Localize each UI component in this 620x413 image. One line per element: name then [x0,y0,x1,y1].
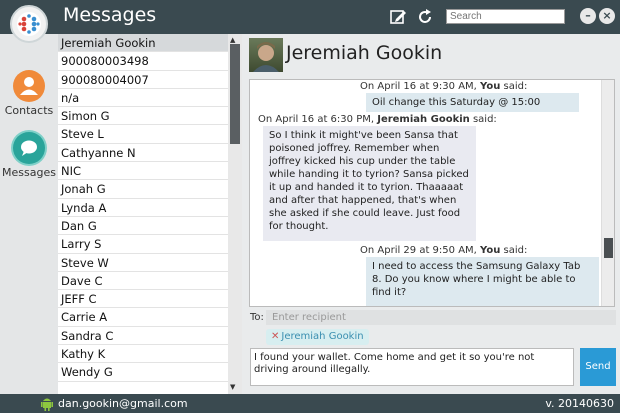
contact-list-item[interactable]: n/a [58,89,228,108]
contact-list-item[interactable]: Larry S [58,235,228,254]
thread-scrollbar-thumb[interactable] [604,238,613,258]
contact-list-item[interactable]: Jeremiah Gookin [58,34,228,53]
close-button[interactable]: × [599,8,615,24]
contact-list-item[interactable]: 900080004007 [58,71,228,89]
contact-list-item[interactable]: Lynda A [58,199,228,217]
contact-list-item[interactable]: Cathyanne N [58,144,228,163]
contact-list-scrollbar[interactable]: ▲ ▼ [228,34,242,394]
contact-list-item[interactable]: 900080003498 [58,52,228,71]
message-bubble: So I think it might've been Sansa that p… [263,126,476,241]
contact-list-item[interactable]: Dan G [58,217,228,236]
nav-rail: Contacts Messages [0,34,58,394]
nav-contacts[interactable]: Contacts [0,70,58,117]
compose-icon[interactable] [389,8,407,26]
contact-list-item[interactable]: Steve L [58,125,228,144]
contact-list-item[interactable]: Kathy K [58,345,228,364]
conversation-panel: Jeremiah Gookin On April 16 at 9:30 AM, … [242,34,620,394]
title-bar: Messages – × [0,0,620,34]
recipient-chip-label: Jeremiah Gookin [281,331,364,342]
minimize-button[interactable]: – [580,8,596,24]
avatar-photo-icon [253,42,279,72]
message-bubble: Oil change this Saturday @ 15:00 [366,93,579,112]
contacts-icon [13,70,45,102]
status-bar: dan.gookin@gmail.com v. 20140630 [0,394,620,413]
contact-list-item[interactable]: Dave C [58,272,228,291]
remove-recipient-icon[interactable]: ✕ [271,331,279,342]
logo-icon [17,12,41,36]
thread-scrollbar[interactable] [601,80,614,306]
app-title: Messages [63,4,157,26]
nav-messages[interactable]: Messages [0,132,58,179]
recipient-chip[interactable]: ✕ Jeremiah Gookin [266,329,369,345]
message-meta: On April 16 at 9:30 AM, You said: [360,81,528,92]
contact-list-item[interactable]: NIC [58,162,228,181]
to-label: To: [250,312,264,323]
account-email: dan.gookin@gmail.com [58,397,188,410]
nav-contacts-label: Contacts [4,104,54,117]
search-input[interactable] [446,9,565,24]
contact-list-item[interactable]: Sandra C [58,327,228,346]
scroll-up-icon[interactable]: ▲ [230,36,235,44]
contact-list-item[interactable]: Wendy G [58,363,228,382]
conversation-title: Jeremiah Gookin [286,42,443,64]
send-button[interactable]: Send [580,348,616,386]
android-icon [40,396,54,413]
version-label: v. 20140630 [545,397,614,410]
message-meta: On April 16 at 6:30 PM, Jeremiah Gookin … [258,114,497,125]
avatar [249,38,283,72]
app-logo [10,5,48,43]
recipient-input[interactable]: Enter recipient [266,310,616,325]
contact-list-item[interactable]: Steve W [58,254,228,272]
message-input[interactable]: I found your wallet. Come home and get i… [250,348,574,386]
refresh-icon[interactable] [416,8,434,26]
contact-list-item[interactable]: Carrie A [58,308,228,327]
nav-messages-label: Messages [2,166,56,179]
contact-list-item[interactable]: Jonah G [58,180,228,199]
message-bubble: I need to access the Samsung Galaxy Tab … [366,257,599,306]
scroll-down-icon[interactable]: ▼ [230,383,235,391]
contact-list: Jeremiah Gookin 900080003498 900080004007 n… [58,34,228,394]
contact-list-item[interactable]: Simon G [58,107,228,126]
scrollbar-thumb[interactable] [230,44,240,144]
messages-icon [13,132,45,164]
message-thread: On April 16 at 9:30 AM, You said: Oil ch… [249,79,615,307]
contact-list-item[interactable]: JEFF C [58,290,228,309]
message-meta: On April 29 at 9:50 AM, You said: [360,245,528,256]
